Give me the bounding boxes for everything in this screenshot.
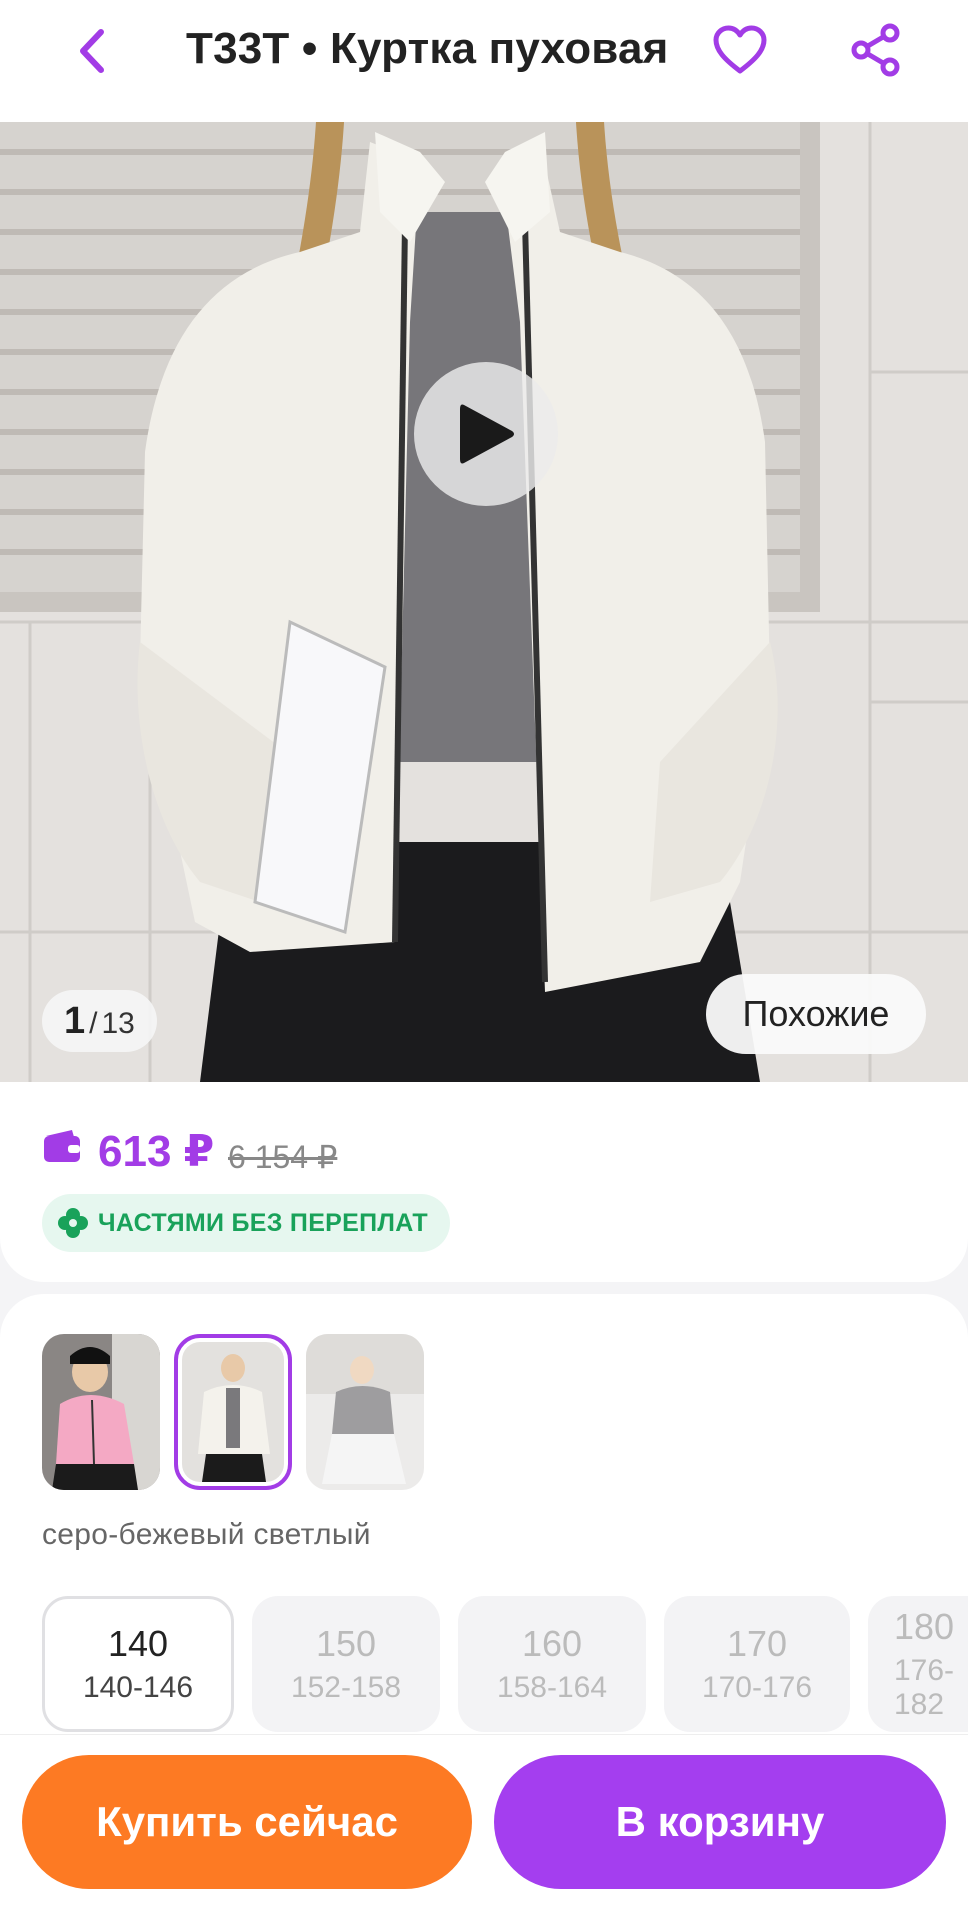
image-counter-current: 1	[64, 1000, 86, 1042]
color-thumb-white[interactable]	[174, 1334, 292, 1490]
back-button[interactable]	[62, 18, 122, 84]
installment-label: ЧАСТЯМИ БЕЗ ПЕРЕПЛАТ	[98, 1208, 428, 1237]
variant-section: серо-бежевый светлый 140 140-146 150 152…	[0, 1294, 968, 1754]
size-label: 170	[726, 1623, 788, 1664]
size-range: 140-146	[82, 1671, 194, 1704]
similar-products-button[interactable]: Похожие	[706, 974, 926, 1054]
play-icon	[460, 404, 514, 464]
size-range: 170-176	[701, 1671, 813, 1704]
favorite-button[interactable]	[706, 16, 774, 84]
image-counter: 1 / 13	[42, 990, 157, 1052]
page-title: T33T • Куртка пуховая	[186, 24, 669, 73]
size-label: 150	[315, 1623, 377, 1664]
size-range: 152-158	[290, 1671, 402, 1704]
old-price: 6 154 ₽	[228, 1139, 338, 1175]
size-label: 140	[107, 1623, 169, 1664]
size-label: 180	[894, 1606, 955, 1647]
product-image-gallery[interactable]: 1 / 13 Похожие	[0, 122, 968, 1082]
bottom-action-bar: Купить сейчас В корзину	[0, 1734, 968, 1920]
size-range: 176-182	[894, 1654, 955, 1721]
black-outfit-thumb	[306, 1334, 424, 1490]
share-button[interactable]	[842, 16, 910, 84]
selected-color-name: серо-бежевый светлый	[42, 1518, 371, 1551]
image-counter-total: 13	[101, 1007, 135, 1040]
current-price: 613 ₽	[98, 1127, 215, 1176]
pink-jacket-thumb	[42, 1334, 160, 1490]
installment-badge[interactable]: ЧАСТЯМИ БЕЗ ПЕРЕПЛАТ	[42, 1194, 450, 1252]
add-to-cart-button[interactable]: В корзину	[494, 1755, 946, 1889]
color-thumb-black[interactable]	[306, 1334, 424, 1490]
size-option[interactable]: 150 152-158	[252, 1596, 440, 1732]
wallet-icon	[44, 1130, 80, 1162]
share-icon	[851, 23, 900, 77]
size-option[interactable]: 170 170-176	[664, 1596, 850, 1732]
white-jacket-thumb	[182, 1342, 284, 1482]
buy-now-button[interactable]: Купить сейчас	[22, 1755, 472, 1889]
size-option[interactable]: 160 158-164	[458, 1596, 646, 1732]
play-video-button[interactable]	[414, 362, 558, 506]
size-selector: 140 140-146 150 152-158 160 158-164 170 …	[42, 1596, 968, 1736]
size-range: 158-164	[496, 1671, 608, 1704]
color-thumb-pink[interactable]	[42, 1334, 160, 1490]
size-option[interactable]: 140 140-146	[42, 1596, 234, 1732]
clover-icon	[58, 1208, 88, 1238]
chevron-left-icon	[80, 29, 104, 73]
image-counter-separator: /	[89, 1007, 98, 1040]
size-label: 160	[521, 1623, 583, 1664]
top-bar: T33T • Куртка пуховая	[0, 0, 968, 122]
price-section: 613 ₽ 6 154 ₽ ЧАСТЯМИ БЕЗ ПЕРЕПЛАТ	[0, 1082, 968, 1282]
product-photo	[0, 122, 968, 1082]
size-option[interactable]: 180 176-182	[868, 1596, 968, 1732]
heart-icon	[713, 25, 767, 74]
